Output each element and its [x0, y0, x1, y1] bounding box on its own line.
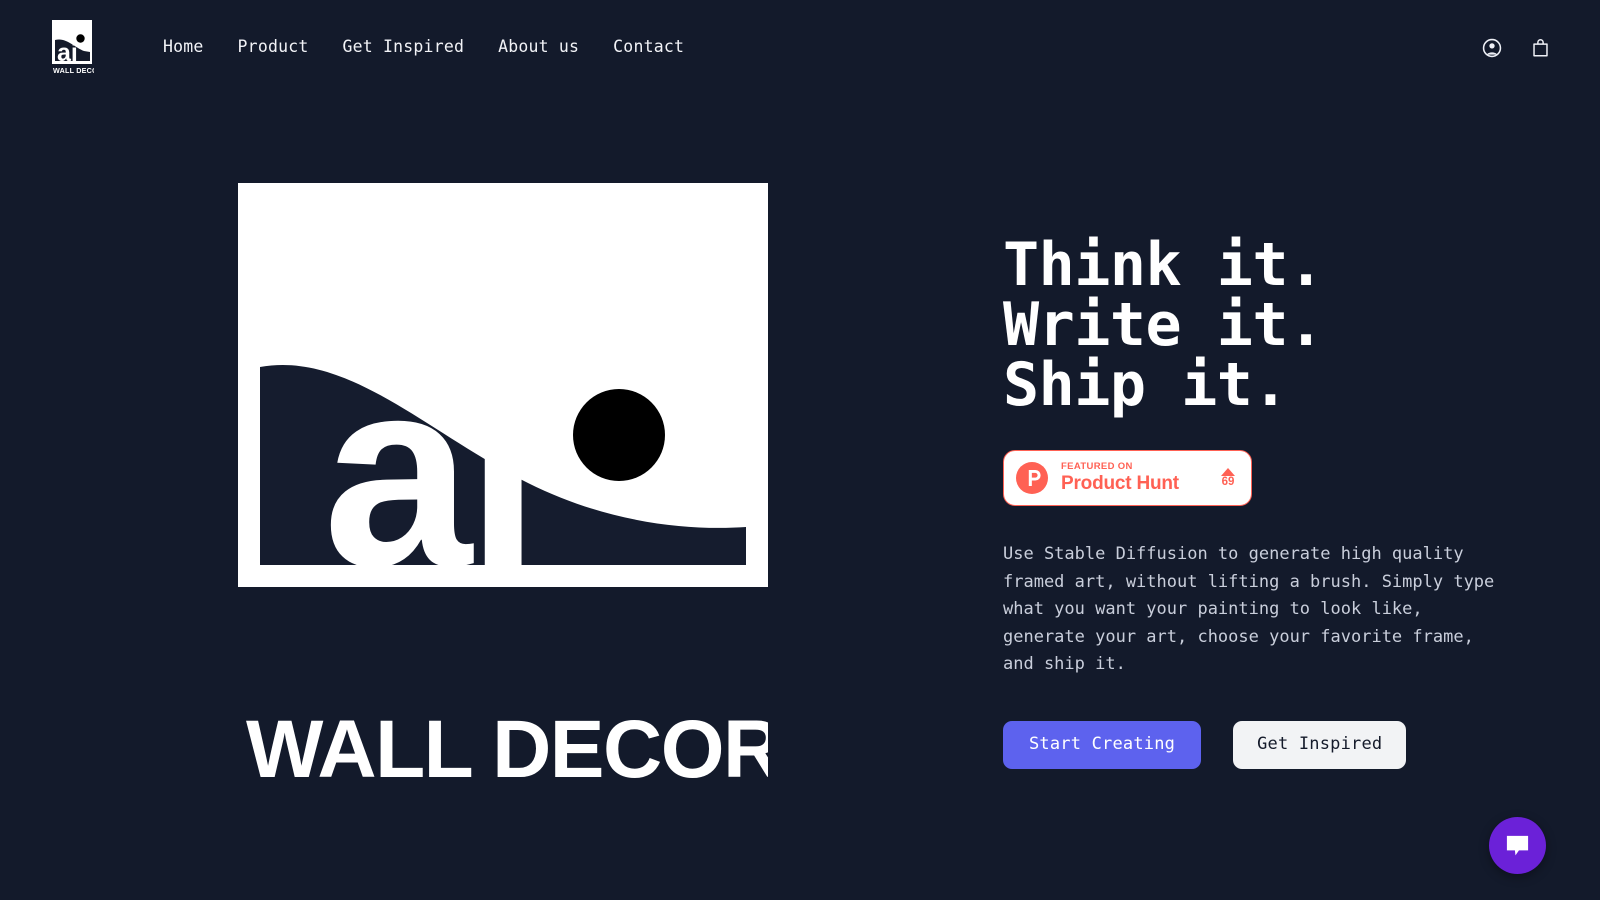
svg-text:ai: ai: [57, 39, 78, 67]
nav-item-about-us[interactable]: About us: [481, 29, 596, 66]
nav-item-home[interactable]: Home: [146, 29, 221, 66]
product-hunt-badge[interactable]: FEATURED ON Product Hunt 69: [1003, 450, 1252, 506]
hero-section: ai WALL DECOR Think it. Write it. Ship i…: [0, 95, 1600, 787]
ph-featured-label: FEATURED ON: [1061, 461, 1133, 473]
hero-visual: ai WALL DECOR: [238, 183, 768, 787]
caret-up-icon: [1221, 467, 1235, 476]
brand-logo[interactable]: ai WALL DECOR: [50, 19, 104, 76]
ph-upvote-count: 69: [1221, 475, 1235, 488]
shopping-bag-icon: [1532, 38, 1548, 56]
hero-description: Use Stable Diffusion to generate high qu…: [1003, 544, 1495, 675]
header-actions: [1478, 34, 1554, 62]
main-nav: Home Product Get Inspired About us Conta…: [146, 29, 701, 66]
nav-item-get-inspired[interactable]: Get Inspired: [325, 29, 481, 66]
chat-bubble-icon: [1506, 835, 1529, 855]
get-inspired-button[interactable]: Get Inspired: [1233, 720, 1407, 769]
ph-upvotes: 69: [1221, 467, 1235, 489]
hero-copy: Think it. Write it. Ship it. FEATURED ON…: [768, 95, 1600, 769]
svg-text:WALL DECOR: WALL DECOR: [53, 66, 94, 75]
brand-logo-icon: ai WALL DECOR: [52, 19, 104, 75]
cart-button[interactable]: [1526, 34, 1554, 62]
user-circle-icon: [1482, 38, 1502, 57]
ph-site-name: Product Hunt: [1061, 472, 1179, 494]
product-hunt-p-icon: [1016, 462, 1048, 494]
hero-headline: Think it. Write it. Ship it.: [1003, 230, 1324, 420]
start-creating-button[interactable]: Start Creating: [1003, 720, 1202, 769]
poster-artwork: ai WALL DECOR: [238, 183, 768, 787]
nav-item-product[interactable]: Product: [221, 29, 326, 66]
nav-item-contact[interactable]: Contact: [596, 29, 701, 66]
hero-cta-group: Start Creating Get Inspired: [1003, 720, 1600, 769]
svg-text:ai: ai: [323, 322, 535, 622]
account-button[interactable]: [1478, 34, 1506, 62]
poster-tagline: WALL DECOR: [246, 704, 768, 787]
chat-launcher-button[interactable]: [1489, 817, 1546, 874]
site-header: ai WALL DECOR Home Product Get Inspired …: [0, 0, 1600, 95]
